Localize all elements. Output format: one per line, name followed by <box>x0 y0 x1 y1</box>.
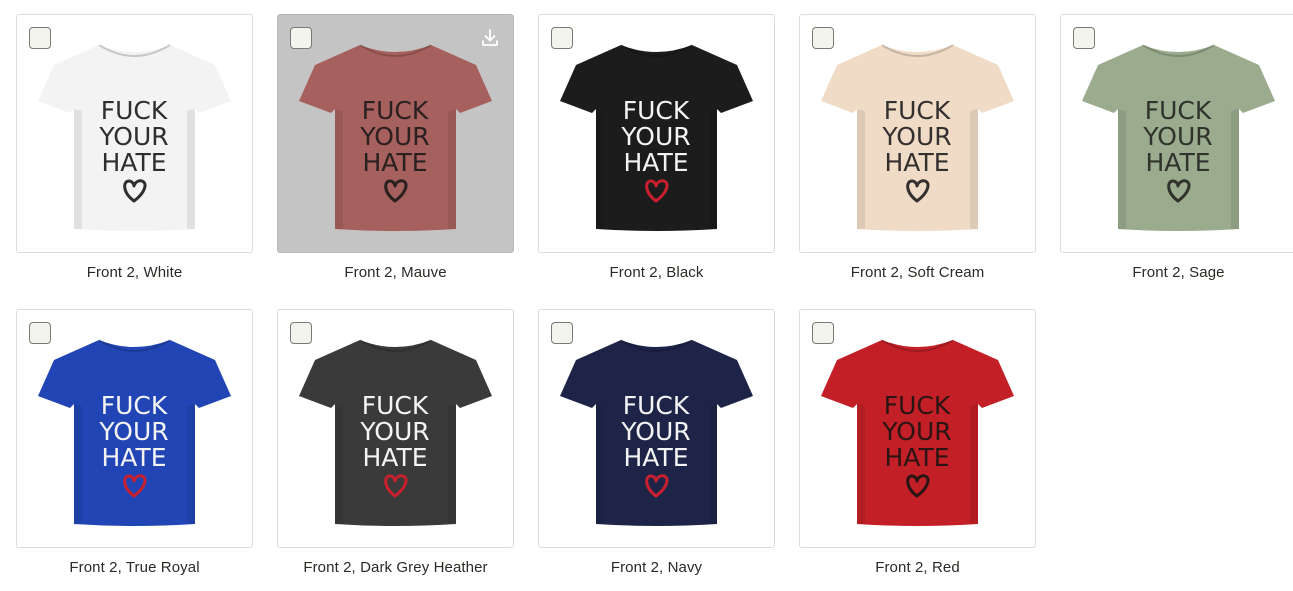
print-text-line-1: FUCK <box>1145 96 1212 125</box>
print-text-line-1: FUCK <box>884 96 951 125</box>
print-text-line-1: FUCK <box>362 391 429 420</box>
print-text-line-2: YOUR <box>881 122 951 151</box>
product-caption: Front 2, Red <box>875 559 960 576</box>
print-text-line-2: YOUR <box>1142 122 1212 151</box>
select-checkbox[interactable] <box>812 27 834 49</box>
print-text-line-2: YOUR <box>98 417 168 446</box>
product-image-card[interactable]: FUCK YOUR HATE <box>277 309 514 548</box>
product-caption: Front 2, Black <box>609 264 704 281</box>
product-caption: Front 2, Navy <box>610 559 703 576</box>
product-caption: Front 2, Dark Grey Heather <box>303 559 488 576</box>
select-checkbox[interactable] <box>290 27 312 49</box>
product-image-card[interactable]: FUCK YOUR HATE <box>538 309 775 548</box>
print-text-line-1: FUCK <box>101 391 168 420</box>
product-image-card[interactable]: FUCK YOUR HATE <box>277 14 514 253</box>
product-tile: FUCK YOUR HATE Front 2, Red <box>799 309 1036 576</box>
select-checkbox[interactable] <box>812 322 834 344</box>
product-caption: Front 2, True Royal <box>69 559 200 576</box>
select-checkbox[interactable] <box>290 322 312 344</box>
tshirt-mockup-image: FUCKYOURHATE <box>1082 44 1275 231</box>
print-text-line-1: FUCK <box>623 96 690 125</box>
download-icon[interactable] <box>479 27 501 49</box>
product-tile: FUCK YOUR HATE Front 2, Sage <box>1060 14 1293 281</box>
print-text-line-3: HATE <box>362 443 427 472</box>
print-text-line-3: HATE <box>884 443 949 472</box>
product-caption: Front 2, Sage <box>1132 264 1225 281</box>
print-text-line-3: HATE <box>101 148 166 177</box>
print-text-line-1: FUCK <box>362 96 429 125</box>
product-tile: FUCK YOUR HATE Front 2, White <box>16 14 253 281</box>
product-tile: FUCK YOUR HATE Front 2, Soft Cream <box>799 14 1036 281</box>
product-image-card[interactable]: FUCK YOUR HATE <box>1060 14 1293 253</box>
print-text-line-3: HATE <box>362 148 427 177</box>
tshirt-mockup-image: FUCKYOURHATE <box>560 339 753 526</box>
tshirt-mockup-image: FUCKYOURHATE <box>38 339 231 526</box>
product-image-card[interactable]: FUCK YOUR HATE <box>538 14 775 253</box>
print-text-line-2: YOUR <box>98 122 168 151</box>
print-text-line-3: HATE <box>101 443 166 472</box>
print-text-line-2: YOUR <box>620 417 690 446</box>
product-image-card[interactable]: FUCK YOUR HATE <box>16 309 253 548</box>
select-checkbox[interactable] <box>1073 27 1095 49</box>
product-caption: Front 2, Soft Cream <box>850 264 985 281</box>
tshirt-mockup-image: FUCKYOURHATE <box>560 44 753 231</box>
print-text-line-3: HATE <box>1145 148 1210 177</box>
product-image-grid: FUCK YOUR HATE Front 2, White FUCK YOUR HATE Fr… <box>0 0 1293 591</box>
tshirt-mockup-image: FUCKYOURHATE <box>299 339 492 526</box>
print-text-line-2: YOUR <box>881 417 951 446</box>
product-image-card[interactable]: FUCK YOUR HATE <box>16 14 253 253</box>
product-tile: FUCK YOUR HATE Front 2, True Royal <box>16 309 253 576</box>
print-text-line-3: HATE <box>884 148 949 177</box>
product-caption: Front 2, Mauve <box>344 264 447 281</box>
print-text-line-2: YOUR <box>359 417 429 446</box>
product-tile: FUCK YOUR HATE Front 2, Mauve <box>277 14 514 281</box>
product-tile: FUCK YOUR HATE Front 2, Black <box>538 14 775 281</box>
tshirt-mockup-image: FUCKYOURHATE <box>821 339 1014 526</box>
product-tile: FUCK YOUR HATE Front 2, Navy <box>538 309 775 576</box>
print-text-line-3: HATE <box>623 148 688 177</box>
product-caption: Front 2, White <box>86 264 183 281</box>
select-checkbox[interactable] <box>29 322 51 344</box>
print-text-line-2: YOUR <box>359 122 429 151</box>
tshirt-mockup-image: FUCKYOURHATE <box>299 44 492 231</box>
print-text-line-1: FUCK <box>101 96 168 125</box>
product-tile: FUCK YOUR HATE Front 2, Dark Grey Heather <box>277 309 514 576</box>
product-image-card[interactable]: FUCK YOUR HATE <box>799 309 1036 548</box>
tshirt-mockup-image: FUCKYOURHATE <box>38 44 231 231</box>
print-text-line-1: FUCK <box>623 391 690 420</box>
select-checkbox[interactable] <box>551 322 573 344</box>
select-checkbox[interactable] <box>29 27 51 49</box>
print-text-line-1: FUCK <box>884 391 951 420</box>
print-text-line-2: YOUR <box>620 122 690 151</box>
product-image-card[interactable]: FUCK YOUR HATE <box>799 14 1036 253</box>
select-checkbox[interactable] <box>551 27 573 49</box>
print-text-line-3: HATE <box>623 443 688 472</box>
tshirt-mockup-image: FUCKYOURHATE <box>821 44 1014 231</box>
